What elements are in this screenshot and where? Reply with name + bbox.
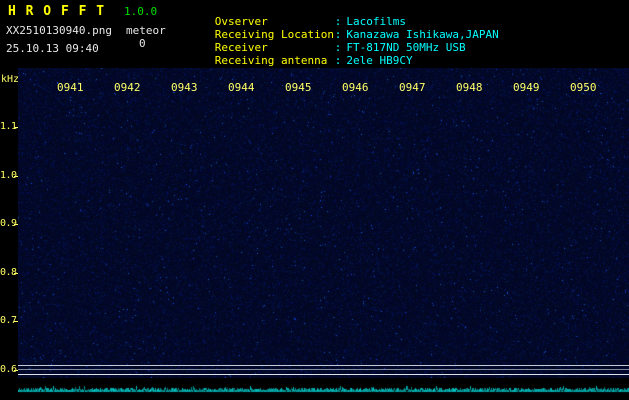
- time-label: 0950: [570, 81, 597, 94]
- frequency-axis: kHz 1.1 1.0 0.9 0.8 0.7 0.6: [0, 68, 18, 400]
- spectrogram-canvas: [18, 68, 629, 378]
- freq-label: 0.9: [0, 219, 14, 229]
- time-label: 0942: [114, 81, 141, 94]
- time-label: 0948: [456, 81, 483, 94]
- khz-unit-label: kHz: [1, 74, 19, 85]
- app-title: H R O F F T: [8, 4, 105, 19]
- meteor-count: 0: [139, 37, 146, 50]
- receiving-antenna-label: Receiving antenna: [215, 55, 335, 67]
- colon-separator: :: [335, 54, 342, 67]
- time-label: 0949: [513, 81, 540, 94]
- spectrogram: 0941 0942 0943 0944 0945 0946 0947 0948 …: [18, 68, 629, 378]
- time-label: 0941: [57, 81, 84, 94]
- freq-label: 0.6: [0, 365, 14, 375]
- timestamp: 25.10.13 09:40: [6, 42, 99, 55]
- freq-label: 0.8: [0, 268, 14, 278]
- time-label: 0943: [171, 81, 198, 94]
- app-version: 1.0.0: [124, 5, 157, 18]
- time-label: 0946: [342, 81, 369, 94]
- reference-line: [18, 369, 629, 370]
- signal-level-canvas: [18, 378, 629, 400]
- freq-label: 1.1: [0, 122, 14, 132]
- reference-line: [18, 365, 629, 366]
- time-label: 0947: [399, 81, 426, 94]
- reference-line: [18, 374, 629, 375]
- header-bar: H R O F F T 1.0.0 XX2510130940.png meteo…: [0, 0, 629, 68]
- mode-label: meteor: [126, 24, 166, 37]
- receiving-antenna-value: 2ele HB9CY: [346, 54, 412, 67]
- signal-level-strip: [18, 378, 629, 400]
- time-label: 0945: [285, 81, 312, 94]
- hrofft-screen: H R O F F T 1.0.0 XX2510130940.png meteo…: [0, 0, 629, 400]
- filename-label: XX2510130940.png: [6, 24, 112, 37]
- freq-label: 0.7: [0, 316, 14, 326]
- freq-label: 1.0: [0, 171, 14, 181]
- time-label: 0944: [228, 81, 255, 94]
